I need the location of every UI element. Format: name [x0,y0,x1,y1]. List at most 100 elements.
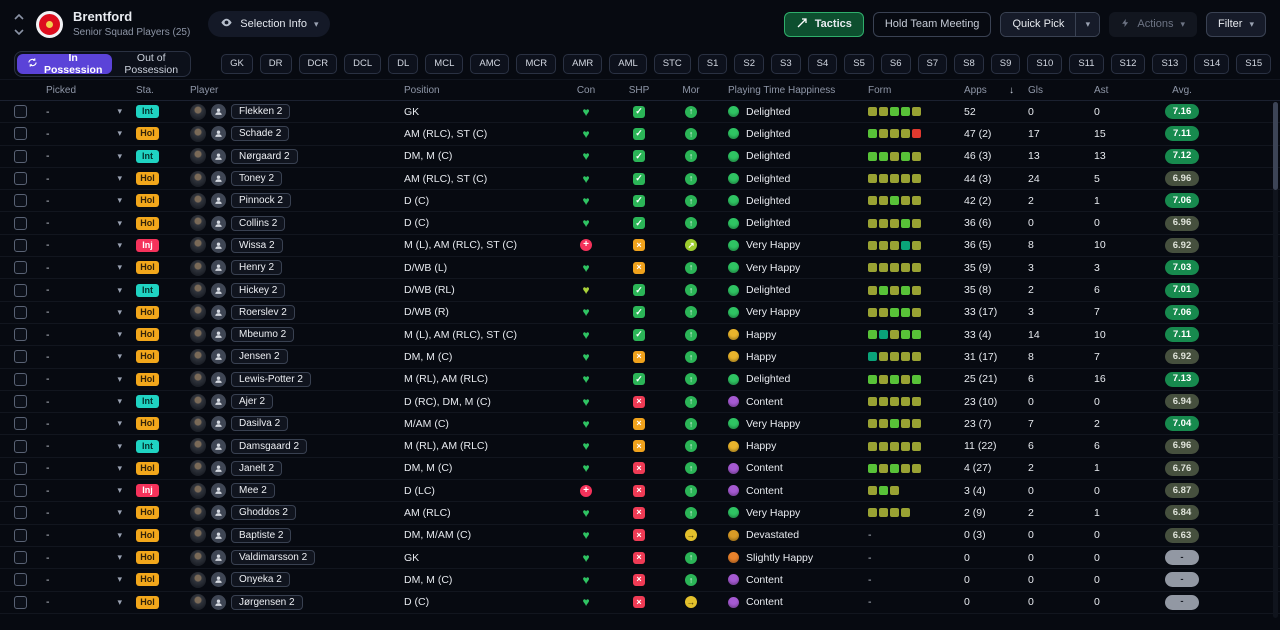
row-checkbox[interactable] [14,305,27,319]
picked-dropdown[interactable]: - ▾ [34,168,130,189]
row-checkbox[interactable] [14,372,27,386]
row-checkbox[interactable] [14,216,27,230]
quick-pick-button[interactable]: Quick Pick [1001,12,1076,36]
row-checkbox[interactable] [14,194,27,208]
player-name[interactable]: Valdimarsson 2 [231,550,316,566]
table-row[interactable]: - ▾ Hol Baptiste 2 DM, M/AM (C) ♥ × → De… [0,525,1280,547]
player-name[interactable]: Roerslev 2 [231,304,295,320]
player-name[interactable]: Wissa 2 [231,237,283,253]
position-filter-aml[interactable]: AML [609,53,647,74]
player-name[interactable]: Nørgaard 2 [231,148,298,164]
tactics-button[interactable]: Tactics [783,11,864,37]
row-checkbox[interactable] [14,350,27,364]
column-header-happiness[interactable]: Playing Time Happiness [716,80,856,100]
table-row[interactable]: - ▾ Hol Dasilva 2 M/AM (C) ♥ × ↑ Very Ha… [0,413,1280,436]
table-row[interactable]: - ▾ Hol Pinnock 2 D (C) ♥ ✓ ↑ Delighted … [0,190,1280,213]
table-row[interactable]: - ▾ Int Flekken 2 GK ♥ ✓ ↑ Delighted 52 … [0,101,1280,124]
row-checkbox[interactable] [14,595,27,609]
position-filter-amc[interactable]: AMC [470,53,510,74]
table-row[interactable]: - ▾ Hol Henry 2 D/WB (L) ♥ × ↑ Very Happ… [0,257,1280,280]
table-row[interactable]: - ▾ Hol Schade 2 AM (RLC), ST (C) ♥ ✓ ↑ … [0,123,1280,146]
position-filter-s14[interactable]: S14 [1194,53,1230,74]
row-checkbox[interactable] [14,551,27,565]
position-filter-s15[interactable]: S15 [1236,53,1272,74]
player-name[interactable]: Lewis-Potter 2 [231,371,311,387]
row-checkbox[interactable] [14,105,27,119]
tab-in-possession[interactable]: In Possession [17,52,113,76]
position-filter-s13[interactable]: S13 [1152,53,1188,74]
row-checkbox[interactable] [14,172,27,186]
column-header-apps[interactable]: Apps ↓ [954,80,1018,100]
player-name[interactable]: Henry 2 [231,260,283,276]
table-row[interactable]: - ▾ Hol Ghoddos 2 AM (RLC) ♥ × ↑ Very Ha… [0,502,1280,525]
position-filter-mcl[interactable]: MCL [425,53,464,74]
picked-dropdown[interactable]: - ▾ [34,123,130,144]
column-header-ast[interactable]: Ast [1082,80,1142,100]
player-name[interactable]: Ajer 2 [231,394,274,409]
club-badge[interactable] [36,10,63,38]
table-row[interactable]: - ▾ Hol Lewis-Potter 2 M (RL), AM (RLC) … [0,369,1280,391]
picked-dropdown[interactable]: - ▾ [34,190,130,211]
table-row[interactable]: - ▾ Int Nørgaard 2 DM, M (C) ♥ ✓ ↑ Delig… [0,146,1280,168]
position-filter-gk[interactable]: GK [221,53,253,74]
table-row[interactable]: - ▾ Int Ajer 2 D (RC), DM, M (C) ♥ × ↑ C… [0,391,1280,414]
nav-up-button[interactable] [14,13,24,20]
row-checkbox[interactable] [14,439,27,453]
player-name[interactable]: Janelt 2 [231,460,283,476]
position-filter-s3[interactable]: S3 [771,53,801,74]
picked-dropdown[interactable]: - ▾ [34,391,130,412]
picked-dropdown[interactable]: - ▾ [34,413,130,434]
quick-pick-dropdown-button[interactable]: ▾ [1075,12,1100,36]
table-row[interactable]: - ▾ Hol Mbeumo 2 M (L), AM (RLC), ST (C)… [0,324,1280,347]
table-row[interactable]: - ▾ Inj Wissa 2 M (L), AM (RLC), ST (C) … [0,235,1280,258]
player-name[interactable]: Ghoddos 2 [231,505,296,521]
picked-dropdown[interactable]: - ▾ [34,525,130,546]
column-header-avg[interactable]: Avg. [1142,80,1222,100]
tab-out-of-possession[interactable]: Out of Possession [114,52,188,76]
nav-down-button[interactable] [14,28,24,35]
picked-dropdown[interactable]: - ▾ [34,502,130,523]
row-checkbox[interactable] [14,528,27,542]
row-checkbox[interactable] [14,328,27,342]
row-checkbox[interactable] [14,506,27,520]
row-checkbox[interactable] [14,395,27,408]
player-name[interactable]: Mbeumo 2 [231,327,295,343]
position-filter-amr[interactable]: AMR [563,53,603,74]
actions-button[interactable]: Actions ▾ [1109,11,1198,37]
table-row[interactable]: - ▾ Hol Roerslev 2 D/WB (R) ♥ ✓ ↑ Very H… [0,302,1280,324]
position-filter-s12[interactable]: S12 [1110,53,1146,74]
picked-dropdown[interactable]: - ▾ [34,592,130,613]
player-name[interactable]: Damsgaard 2 [231,438,308,454]
picked-dropdown[interactable]: - ▾ [34,212,130,233]
table-row[interactable]: - ▾ Hol Janelt 2 DM, M (C) ♥ × ↑ Content… [0,458,1280,481]
scrollbar-thumb[interactable] [1273,102,1278,190]
player-name[interactable]: Onyeka 2 [231,572,290,588]
player-name[interactable]: Dasilva 2 [231,416,289,432]
picked-dropdown[interactable]: - ▾ [34,458,130,479]
table-row[interactable]: - ▾ Hol Valdimarsson 2 GK ♥ × ↑ Slightly… [0,547,1280,570]
column-header-picked[interactable]: Picked [34,80,130,100]
picked-dropdown[interactable]: - ▾ [34,324,130,345]
player-name[interactable]: Jensen 2 [231,349,288,365]
player-name[interactable]: Baptiste 2 [231,527,292,543]
position-filter-s11[interactable]: S11 [1069,53,1104,74]
position-filter-mcr[interactable]: MCR [516,53,557,74]
player-name[interactable]: Jørgensen 2 [231,594,303,610]
position-filter-dcl[interactable]: DCL [344,53,382,74]
row-checkbox[interactable] [14,238,27,252]
player-name[interactable]: Pinnock 2 [231,193,291,209]
player-name[interactable]: Toney 2 [231,171,283,187]
row-checkbox[interactable] [14,573,27,587]
table-row[interactable]: - ▾ Hol Jensen 2 DM, M (C) ♥ × ↑ Happy 3… [0,346,1280,369]
player-name[interactable]: Schade 2 [231,126,290,142]
column-header-mor[interactable]: Mor [666,80,716,100]
position-filter-s10[interactable]: S10 [1027,53,1063,74]
picked-dropdown[interactable]: - ▾ [34,235,130,256]
column-header-con[interactable]: Con [560,80,612,100]
column-header-gls[interactable]: Gls [1018,80,1082,100]
selection-info-button[interactable]: Selection Info ▾ [208,11,331,37]
picked-dropdown[interactable]: - ▾ [34,146,130,167]
position-filter-s4[interactable]: S4 [807,53,838,74]
table-row[interactable]: - ▾ Hol Collins 2 D (C) ♥ ✓ ↑ Delighted … [0,212,1280,235]
position-filter-s2[interactable]: S2 [734,53,765,74]
